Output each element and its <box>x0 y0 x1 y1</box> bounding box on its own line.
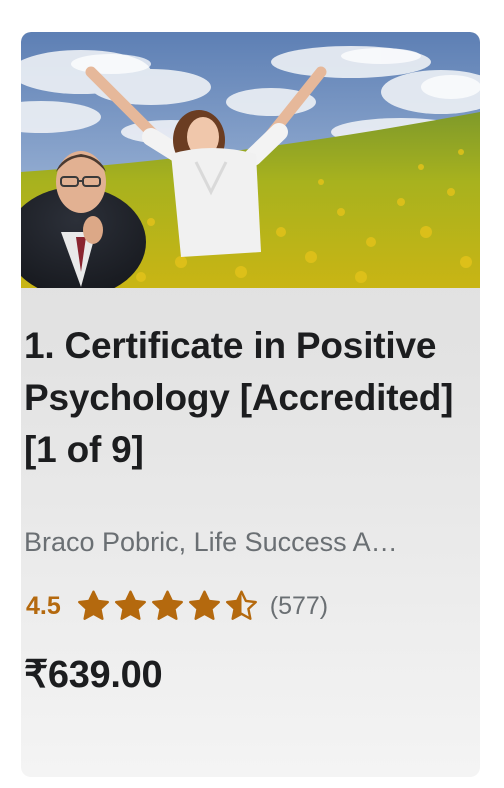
course-thumbnail[interactable] <box>21 32 480 288</box>
course-title[interactable]: 1. Certificate in Positive Psychology [A… <box>24 320 474 476</box>
course-card[interactable]: 1. Certificate in Positive Psychology [A… <box>21 32 480 777</box>
rating-stars <box>75 588 260 624</box>
star-full-icon <box>114 590 146 620</box>
star-full-icon <box>151 590 183 620</box>
thumbnail-image <box>21 32 480 288</box>
price: ₹639.00 <box>24 654 163 696</box>
rating-row: 4.5 (577) <box>26 586 328 626</box>
star-full-icon <box>77 590 109 620</box>
star-half-icon <box>225 590 257 620</box>
rating-count: (577) <box>269 591 329 620</box>
rating-value: 4.5 <box>26 591 61 620</box>
star-full-icon <box>188 590 220 620</box>
instructor-names: Braco Pobric, Life Success A… <box>24 527 398 557</box>
